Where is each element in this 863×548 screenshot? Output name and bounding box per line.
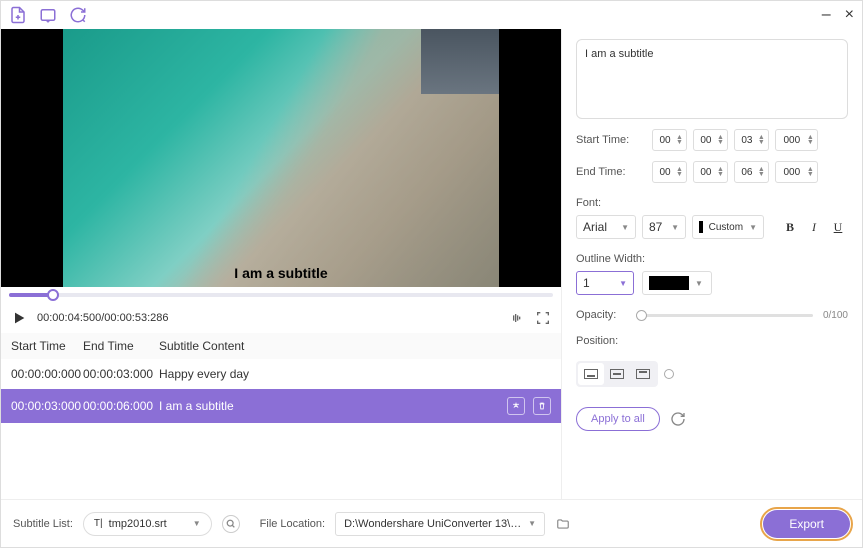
minimize-button[interactable]: – [822, 6, 831, 24]
open-folder-icon[interactable] [555, 517, 571, 531]
file-location-label: File Location: [260, 518, 325, 530]
file-location-select[interactable]: D:\Wondershare UniConverter 13\SubEd▼ [335, 512, 545, 536]
waveform-icon[interactable] [509, 310, 525, 326]
close-button[interactable]: × [845, 6, 854, 24]
outline-label: Outline Width: [576, 253, 848, 265]
subtitle-file-select[interactable]: T|tmp2010.srt▼ [83, 512, 212, 536]
table-row[interactable]: 00:00:03:00000:00:06:000I am a subtitle [1, 389, 561, 423]
end-min[interactable]: 00▲▼ [693, 161, 728, 183]
footer: Subtitle List: T|tmp2010.srt▼ File Locat… [1, 499, 862, 547]
underline-button[interactable]: U [828, 217, 848, 237]
outline-width-select[interactable]: 1▼ [576, 271, 634, 295]
end-time-label: End Time: [576, 166, 646, 178]
italic-button[interactable]: I [804, 217, 824, 237]
end-ms[interactable]: 000▲▼ [775, 161, 818, 183]
reload-icon[interactable] [69, 6, 87, 24]
col-end-header: End Time [83, 339, 159, 353]
font-label: Font: [576, 197, 848, 209]
position-middle[interactable] [604, 363, 630, 385]
end-sec[interactable]: 06▲▼ [734, 161, 769, 183]
font-family-select[interactable]: Arial▼ [576, 215, 636, 239]
outline-color-select[interactable]: ▼ [642, 271, 712, 295]
new-subtitle-icon[interactable] [39, 6, 57, 24]
start-ms[interactable]: 000▲▼ [775, 129, 818, 151]
position-top[interactable] [630, 363, 656, 385]
subtitle-list-label: Subtitle List: [13, 518, 73, 530]
position-label: Position: [576, 335, 848, 347]
subtitle-overlay: I am a subtitle [234, 265, 327, 281]
right-panel: Start Time: 00▲▼ 00▲▼ 03▲▼ 000▲▼ End Tim… [562, 29, 862, 499]
opacity-slider[interactable] [636, 314, 813, 317]
table-row[interactable]: 00:00:00:00000:00:03:000Happy every day [1, 359, 561, 389]
search-button[interactable] [222, 515, 240, 533]
position-bottom[interactable] [578, 363, 604, 385]
fullscreen-icon[interactable] [535, 310, 551, 326]
subtitle-text-input[interactable] [576, 39, 848, 119]
export-button[interactable]: Export [763, 510, 850, 538]
bold-button[interactable]: B [780, 217, 800, 237]
col-start-header: Start Time [11, 339, 83, 353]
delete-icon[interactable] [533, 397, 551, 415]
start-sec[interactable]: 03▲▼ [734, 129, 769, 151]
col-content-header: Subtitle Content [159, 339, 551, 353]
timeline-slider[interactable] [1, 287, 561, 303]
subtitle-table-header: Start Time End Time Subtitle Content [1, 333, 561, 359]
play-button[interactable] [11, 310, 27, 326]
apply-to-all-button[interactable]: Apply to all [576, 407, 660, 431]
start-hour[interactable]: 00▲▼ [652, 129, 687, 151]
font-color-select[interactable]: Custom▼ [692, 215, 764, 239]
timecode: 00:00:04:500/00:00:53:286 [37, 312, 169, 324]
opacity-value: 0/100 [823, 310, 848, 321]
end-hour[interactable]: 00▲▼ [652, 161, 687, 183]
video-preview[interactable]: I am a subtitle [1, 29, 561, 287]
start-time-label: Start Time: [576, 134, 646, 146]
opacity-label: Opacity: [576, 309, 626, 321]
translate-icon[interactable] [507, 397, 525, 415]
new-file-icon[interactable] [9, 6, 27, 24]
reset-icon[interactable] [670, 411, 686, 427]
subtitle-table-body: 00:00:00:00000:00:03:000Happy every day0… [1, 359, 561, 499]
font-size-select[interactable]: 87▼ [642, 215, 686, 239]
left-panel: I am a subtitle 00:00:04:500/00:00:53:28… [1, 29, 562, 499]
start-min[interactable]: 00▲▼ [693, 129, 728, 151]
position-custom-radio[interactable] [664, 369, 674, 379]
titlebar: – × [1, 1, 862, 29]
